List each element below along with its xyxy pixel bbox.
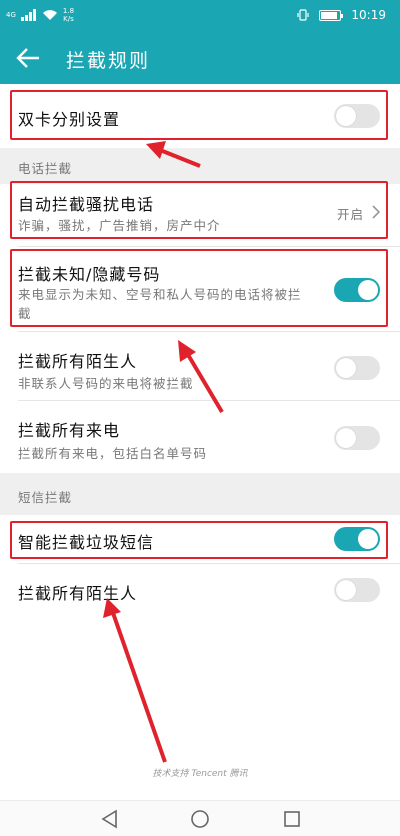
auto-block-harassment-setting[interactable]: 自动拦截骚扰电话 诈骗，骚扰，广告推销，房产中介 开启 [0, 184, 400, 246]
unknown-numbers-toggle[interactable] [334, 278, 380, 302]
status-left: 4G 1.8 K/s [6, 7, 74, 23]
row-title: 拦截未知/隐藏号码 [18, 265, 161, 284]
section-label: 电话拦截 [18, 161, 73, 176]
navigation-bar [0, 800, 400, 836]
row-title: 智能拦截垃圾短信 [18, 533, 155, 552]
status-bar: 4G 1.8 K/s 10:19 [0, 0, 400, 32]
row-subtitle: 来电显示为未知、空号和私人号码的电话将被拦截 [18, 287, 302, 321]
block-strangers-call-setting[interactable]: 拦截所有陌生人 非联系人号码的来电将被拦截 [0, 332, 400, 400]
row-subtitle: 非联系人号码的来电将被拦截 [18, 376, 194, 391]
back-button[interactable] [14, 44, 44, 72]
triangle-back-icon [101, 809, 117, 829]
row-title: 拦截所有陌生人 [18, 352, 138, 371]
chevron-right-icon [372, 205, 381, 219]
dual-sim-toggle[interactable] [334, 104, 380, 128]
row-title: 自动拦截骚扰电话 [18, 195, 155, 214]
smart-sms-toggle[interactable] [334, 527, 380, 551]
battery-level [321, 11, 337, 19]
nav-recents-button[interactable] [280, 807, 304, 831]
app-bar: 拦截规则 [0, 32, 400, 84]
section-header-phone: 电话拦截 [0, 148, 400, 184]
row-subtitle: 诈骗，骚扰，广告推销，房产中介 [18, 218, 221, 233]
network-speed: 1.8 K/s [62, 7, 75, 23]
row-title: 拦截所有来电 [18, 421, 121, 440]
powered-by-text: 技术支持 Tencent 腾讯 [152, 769, 248, 779]
block-all-calls-setting[interactable]: 拦截所有来电 拦截所有来电，包括白名单号码 [0, 401, 400, 473]
signal-icon [20, 9, 36, 21]
block-strangers-sms-setting[interactable]: 拦截所有陌生人 [0, 564, 400, 620]
dual-sim-setting[interactable]: 双卡分别设置 [0, 84, 400, 148]
circle-home-icon [191, 810, 209, 828]
row-subtitle: 拦截所有来电，包括白名单号码 [18, 446, 208, 461]
block-unknown-numbers-setting[interactable]: 拦截未知/隐藏号码 来电显示为未知、空号和私人号码的电话将被拦截 [0, 247, 400, 331]
strangers-call-toggle[interactable] [334, 356, 380, 380]
row-title: 双卡分别设置 [18, 110, 121, 129]
wifi-icon [42, 10, 57, 20]
vibrate-icon [297, 9, 310, 21]
nav-back-button[interactable] [98, 807, 122, 831]
network-type: 4G [6, 11, 16, 19]
annotation-arrow-icon [103, 598, 167, 763]
strangers-sms-toggle[interactable] [334, 578, 380, 602]
status-value: 开启 [336, 207, 364, 222]
square-recents-icon [284, 811, 300, 827]
smart-block-spam-sms-setting[interactable]: 智能拦截垃圾短信 [0, 515, 400, 563]
row-title: 拦截所有陌生人 [18, 584, 138, 603]
status-right: 10:19 [297, 8, 386, 22]
nav-home-button[interactable] [188, 807, 212, 831]
clock: 10:19 [351, 8, 386, 22]
back-arrow-icon [16, 48, 39, 68]
battery-icon [319, 9, 344, 21]
page-title: 拦截规则 [66, 50, 151, 72]
section-header-sms: 短信拦截 [0, 473, 400, 515]
all-calls-toggle[interactable] [334, 426, 380, 450]
section-label: 短信拦截 [18, 490, 73, 505]
